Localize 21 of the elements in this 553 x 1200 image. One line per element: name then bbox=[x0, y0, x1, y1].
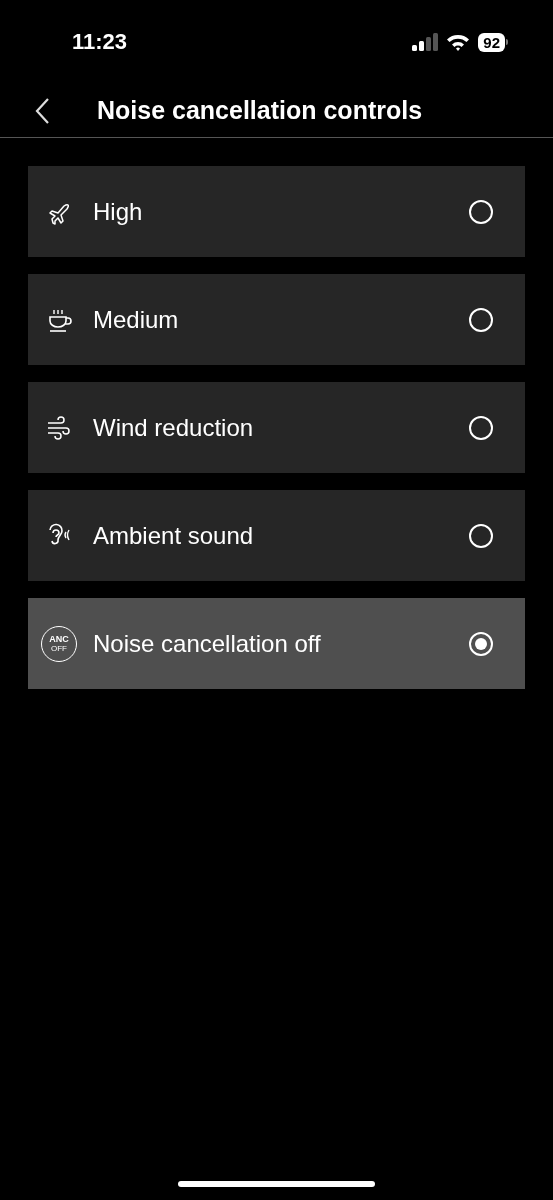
wifi-icon bbox=[446, 33, 471, 51]
radio-button[interactable] bbox=[469, 307, 493, 332]
option-label: Noise cancellation off bbox=[93, 629, 322, 658]
option-label: Wind reduction bbox=[93, 413, 255, 442]
option-label: High bbox=[93, 197, 144, 226]
mode-option[interactable]: Ambient sound bbox=[28, 490, 525, 581]
mode-option[interactable]: Medium bbox=[28, 274, 525, 365]
back-button[interactable] bbox=[34, 96, 50, 125]
clock-time: 11:23 bbox=[72, 29, 128, 55]
option-label: Medium bbox=[93, 305, 180, 334]
radio-button[interactable] bbox=[469, 415, 493, 440]
radio-button[interactable] bbox=[469, 631, 493, 656]
signal-icon bbox=[412, 33, 439, 51]
battery-icon: 92 bbox=[478, 32, 508, 52]
radio-button[interactable] bbox=[469, 523, 493, 548]
option-label: Ambient sound bbox=[93, 521, 255, 550]
mode-option[interactable]: ANC OFF Noise cancellation off bbox=[28, 598, 525, 689]
radio-button[interactable] bbox=[469, 199, 493, 224]
mode-option[interactable]: High bbox=[28, 166, 525, 257]
page-title: Noise cancellation controls bbox=[97, 96, 423, 125]
mode-option[interactable]: Wind reduction bbox=[28, 382, 525, 473]
